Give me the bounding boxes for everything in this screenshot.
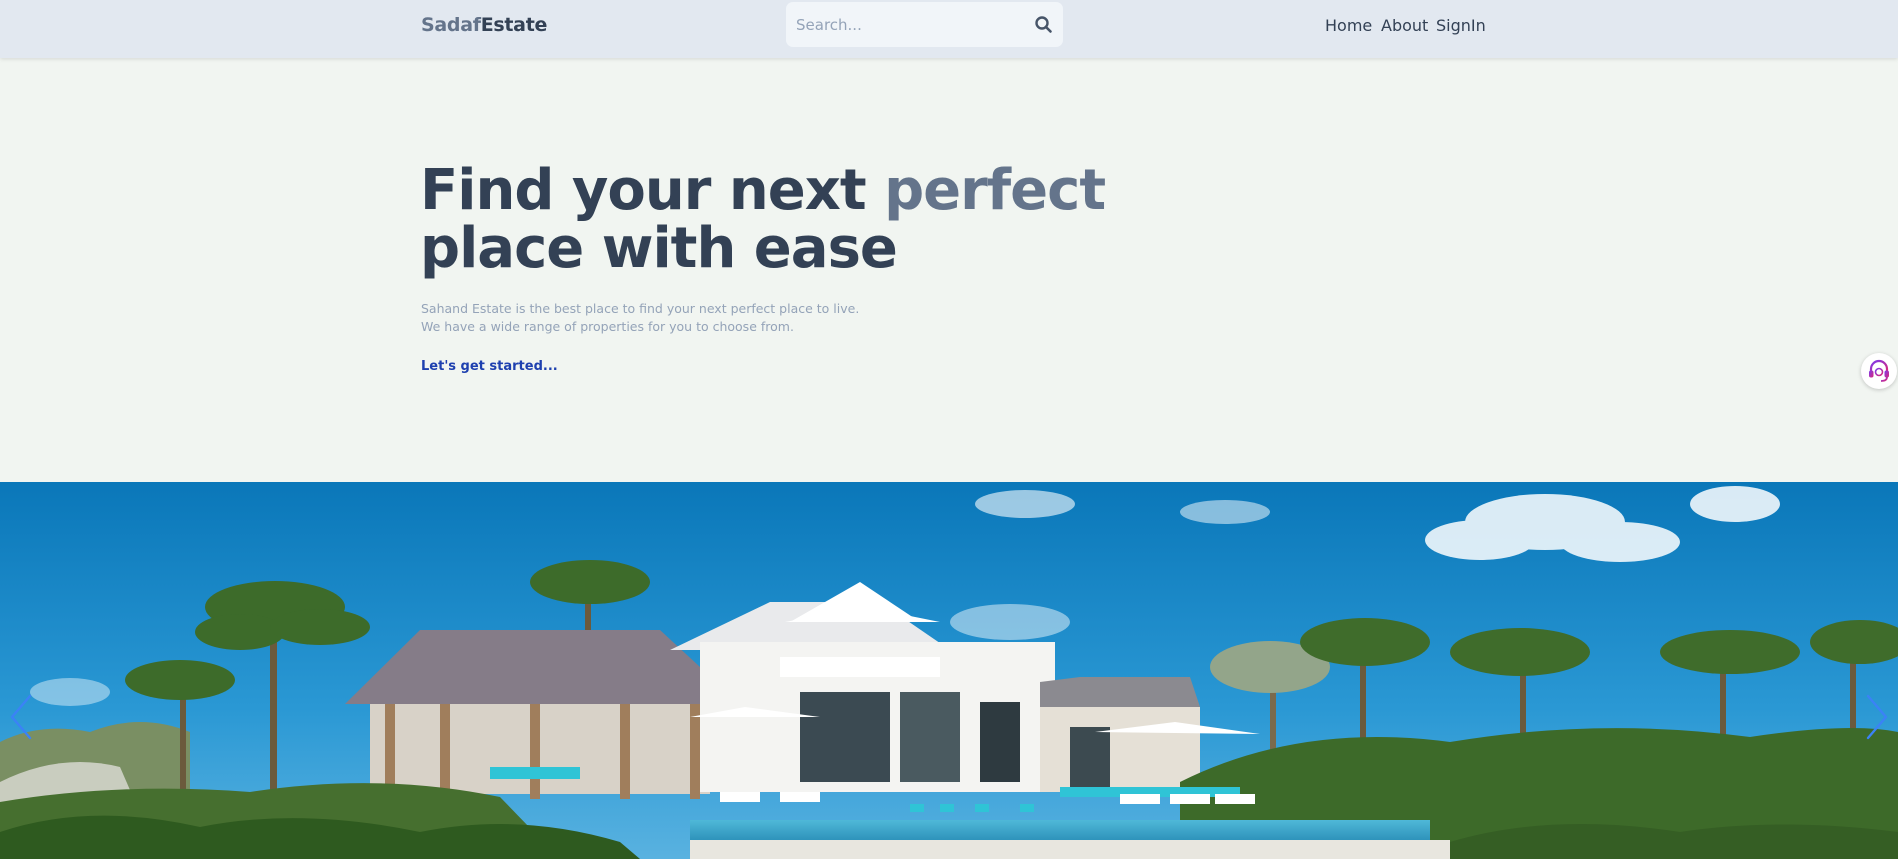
hero-title-line-2: place with ease (420, 216, 898, 281)
hero-description-line-1: Sahand Estate is the best place to find … (421, 301, 860, 316)
hero-title-accent: perfect (884, 158, 1106, 223)
logo[interactable]: SadafEstate (421, 14, 547, 36)
search-icon[interactable] (1034, 15, 1054, 35)
support-widget-button[interactable] (1861, 353, 1897, 389)
get-started-link[interactable]: Let's get started... (421, 359, 558, 374)
chevron-left-icon (10, 694, 32, 740)
hero-description-line-2: We have a wide range of properties for y… (421, 319, 794, 334)
nav-signin[interactable]: SignIn (1436, 16, 1486, 35)
chevron-right-icon (1866, 694, 1888, 740)
headset-icon (1869, 359, 1889, 382)
nav-about[interactable]: About (1381, 16, 1428, 35)
logo-part-2: Estate (480, 14, 548, 36)
slider-prev-button[interactable] (6, 692, 36, 742)
banner-slider (0, 482, 1898, 859)
search-input[interactable] (796, 12, 1016, 38)
hero-description: Sahand Estate is the best place to find … (421, 300, 859, 336)
hero-title-part-1: Find your next (420, 158, 885, 223)
logo-part-1: Sadaf (421, 14, 481, 36)
villa-image (0, 482, 1898, 859)
hero-title: Find your next perfect place with ease (420, 162, 1106, 281)
nav-home[interactable]: Home (1325, 16, 1372, 35)
slider-next-button[interactable] (1862, 692, 1892, 742)
site-header: SadafEstate Home About SignIn (0, 0, 1898, 58)
search-form (786, 2, 1063, 47)
